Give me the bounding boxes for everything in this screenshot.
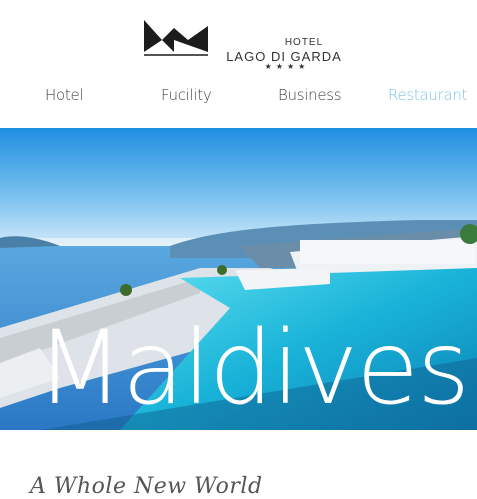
site-header: HOTEL LAGO DI GARDA ★★★★ Hotel Fucility … (0, 0, 477, 128)
nav-item-hotel[interactable]: Hotel (45, 86, 84, 104)
brand-stars: ★★★★ (264, 62, 310, 71)
hero-title: Maldives (36, 309, 470, 428)
nav-item-restaurant[interactable]: Restaurant (388, 86, 467, 104)
nav-item-facility[interactable]: Fucility (161, 86, 212, 104)
hotel-logo[interactable]: HOTEL LAGO DI GARDA ★★★★ (144, 18, 341, 71)
logo-mark-icon (144, 20, 208, 56)
brand-top-text: HOTEL (284, 37, 324, 48)
nav-item-business[interactable]: Business (278, 86, 342, 104)
main-nav: Hotel Fucility Business Restaurant (0, 86, 477, 112)
section-subtitle: A Whole New World (30, 474, 263, 499)
hero-banner: Maldives (0, 128, 477, 430)
